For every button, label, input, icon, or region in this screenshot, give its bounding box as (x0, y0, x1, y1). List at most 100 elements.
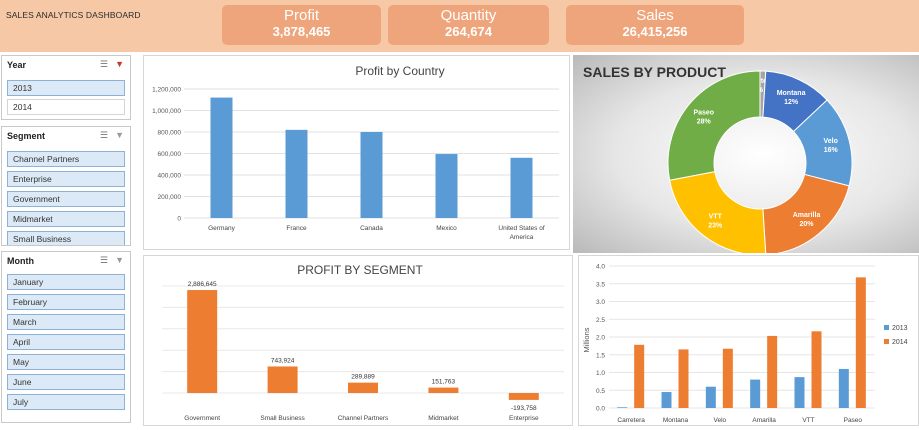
data-label-name: Paseo (693, 109, 714, 116)
slicer-item-july[interactable]: July (7, 394, 125, 410)
clear-filter-icon[interactable]: ▼ (115, 255, 124, 265)
multi-select-icon[interactable]: ☰ (100, 130, 108, 141)
slicer-item-january[interactable]: January (7, 274, 125, 290)
slicer-item-march[interactable]: March (7, 314, 125, 330)
bar-germany (210, 97, 233, 218)
slicer-title: Segment (7, 131, 46, 141)
slicer-item-june[interactable]: June (7, 374, 125, 390)
tick-label-y: 0.0 (596, 406, 605, 413)
tick-label-x: Mexico (436, 225, 457, 232)
data-label-name: Montana (777, 90, 806, 97)
slicer-header: Month ☰ ▼ (2, 252, 130, 270)
slicer-header: Segment ☰ ▼ (2, 127, 130, 145)
profit-by-country-chart: Profit by Country 0 200,000 400,000 600,000… (152, 64, 559, 241)
multi-select-icon[interactable]: ☰ (100, 59, 108, 70)
data-label-pct: 28% (697, 118, 712, 125)
sales-by-product-year-panel[interactable]: Millions 0.0 0.5 1.0 1.5 2.0 2.5 3.0 3.5 4.0 Carr… (578, 255, 919, 426)
tick-label-y: 600,000 (158, 151, 182, 158)
multi-select-icon[interactable]: ☰ (100, 255, 108, 266)
bar-carretera-2014 (634, 344, 645, 408)
bar-united-states-of-america (510, 157, 533, 218)
tick-label-x: Small Business (260, 415, 305, 422)
chart-title: PROFIT BY SEGMENT (297, 263, 423, 277)
bar-mexico (435, 154, 458, 218)
tick-label-y: 1,200,000 (152, 87, 181, 94)
bar-government (187, 290, 218, 393)
data-label-name: VTT (709, 214, 723, 221)
sales-by-product-panel[interactable]: SALES BY PRODUCT Carretera1%Montana12%Ve… (573, 55, 919, 256)
tick-label-x: Government (184, 415, 220, 422)
tick-label-y: 3.0 (596, 299, 605, 306)
bar-vtt-2014 (811, 331, 822, 408)
kpi-card-sales: Sales 26,415,256 (566, 5, 744, 45)
tick-label-y: 200,000 (158, 194, 182, 201)
data-label-pct: 16% (824, 147, 839, 154)
bar-enterprise (508, 393, 539, 400)
slicer-item-enterprise[interactable]: Enterprise (7, 171, 125, 187)
data-label-pct: 12% (784, 99, 799, 106)
slicer-item-2013[interactable]: 2013 (7, 80, 125, 96)
legend-label: 2014 (892, 339, 908, 346)
slicer-item-channel-partners[interactable]: Channel Partners (7, 151, 125, 167)
tick-label-x: Montana (663, 417, 689, 424)
bar-carretera-2013 (617, 407, 628, 408)
tick-label-x: Channel Partners (338, 415, 389, 422)
bar-france (285, 129, 308, 218)
data-label-pct: 20% (800, 221, 815, 228)
axis-label-y: Millions (582, 327, 591, 352)
clear-filter-icon[interactable]: ▼ (115, 59, 124, 69)
slicer-title: Month (7, 256, 34, 266)
tick-label-y: 4.0 (596, 264, 605, 271)
chart-title: SALES BY PRODUCT (583, 64, 726, 80)
data-label: -193,758 (511, 405, 537, 412)
tick-label-x: VTT (802, 417, 814, 424)
bar-paseo-2013 (838, 368, 849, 408)
tick-label-x: Amarilla (752, 417, 776, 424)
tick-label-y: 800,000 (158, 130, 182, 137)
slicer-item-april[interactable]: April (7, 334, 125, 350)
data-label-name: Velo (824, 138, 838, 145)
month-slicer: Month ☰ ▼ January February March April M… (1, 251, 131, 423)
profit-by-segment-panel[interactable]: PROFIT BY SEGMENT 2,886,645 Government 743… (143, 255, 573, 426)
slicer-item-small-business[interactable]: Small Business (7, 231, 125, 245)
tick-label-y: 2.0 (596, 335, 605, 342)
slicer-title: Year (7, 60, 27, 70)
kpi-card-profit: Profit 3,878,465 (222, 5, 381, 45)
slicer-item-government[interactable]: Government (7, 191, 125, 207)
bar-velo-2014 (722, 348, 733, 408)
tick-label-x: France (286, 225, 307, 232)
profit-by-country-panel[interactable]: Profit by Country 0 200,000 400,000 600,000… (143, 55, 570, 250)
slicer-item-february[interactable]: February (7, 294, 125, 310)
slice-paseo (667, 70, 761, 181)
slicer-header: Year ☰ ▼ (2, 56, 130, 74)
bar-velo-2013 (705, 386, 716, 408)
tick-label-y: 1.5 (596, 352, 605, 359)
year-slicer: Year ☰ ▼ 2013 2014 (1, 55, 131, 120)
slice-vtt (669, 171, 767, 256)
tick-label-y: 0.5 (596, 388, 605, 395)
segment-slicer: Segment ☰ ▼ Channel Partners Enterprise … (1, 126, 131, 246)
bar-channel-partners (348, 382, 378, 393)
bar-canada (360, 132, 383, 218)
kpi-value: 3,878,465 (272, 24, 331, 39)
slicer-item-2014[interactable]: 2014 (7, 99, 125, 115)
kpi-value: 264,674 (445, 24, 492, 39)
profit-by-segment-chart: PROFIT BY SEGMENT 2,886,645 Government 743… (162, 263, 564, 422)
tick-label-x: Germany (208, 225, 235, 232)
slicer-item-midmarket[interactable]: Midmarket (7, 211, 125, 227)
slicer-item-may[interactable]: May (7, 354, 125, 370)
tick-label-x: Enterprise (509, 415, 539, 422)
tick-label-x: Carretera (617, 417, 645, 424)
data-label: 289,889 (351, 374, 375, 381)
sales-by-product-chart: SALES BY PRODUCT Carretera1%Montana12%Ve… (583, 64, 853, 256)
tick-label-x: Canada (360, 225, 383, 232)
bar-montana-2013 (661, 392, 672, 408)
tick-label-y: 2.5 (596, 317, 605, 324)
legend-swatch-2013 (884, 325, 889, 330)
clear-filter-icon[interactable]: ▼ (115, 130, 124, 140)
kpi-card-quantity: Quantity 264,674 (388, 5, 549, 45)
legend-swatch-2014 (884, 339, 889, 344)
kpi-label: Sales (636, 7, 674, 24)
bar-small-business (267, 366, 298, 393)
data-label-pct: 23% (708, 223, 723, 230)
